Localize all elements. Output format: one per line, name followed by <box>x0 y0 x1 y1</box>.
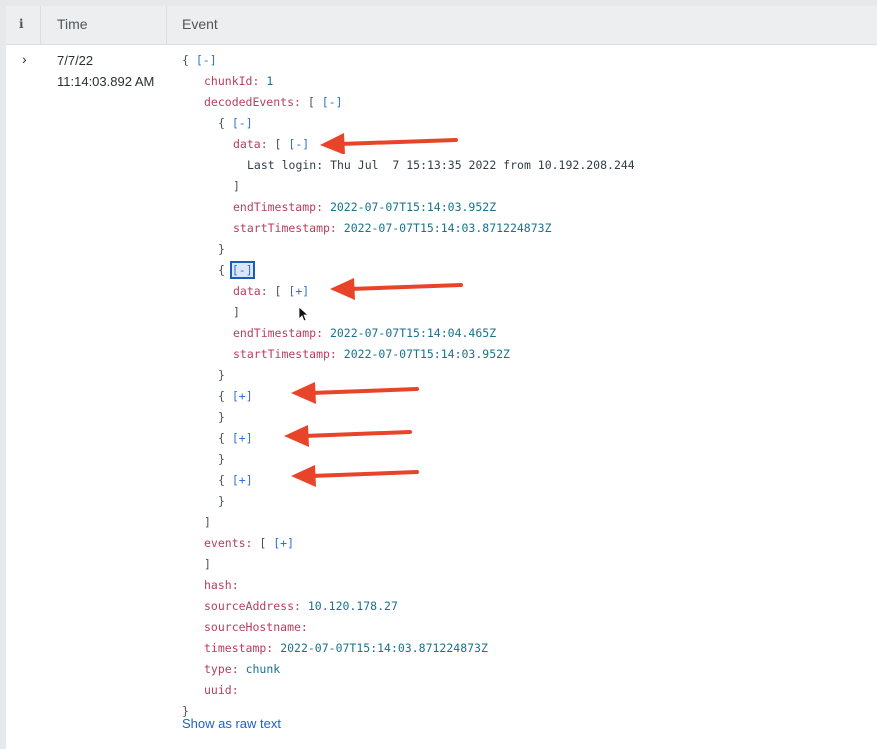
collapse-toggle[interactable]: [-] <box>288 137 309 151</box>
field-key: startTimestamp: <box>233 221 337 235</box>
brace-close: } <box>218 452 225 466</box>
expand-toggle[interactable]: [+] <box>273 536 294 550</box>
collapse-toggle[interactable]: [-] <box>232 116 253 130</box>
field-key: sourceAddress: <box>204 599 301 613</box>
field-data: data: [ [+] <box>233 284 310 298</box>
field-key: type: <box>204 662 239 676</box>
brace-close: } <box>218 494 225 508</box>
field-key: hash: <box>204 578 239 592</box>
field-key: chunkId: <box>204 74 260 88</box>
field-value: 2022-07-07T15:14:03.871224873Z <box>280 641 488 655</box>
brace-close: } <box>218 410 225 424</box>
field-key: data: <box>233 137 268 151</box>
expand-toggle[interactable]: [+] <box>232 473 253 487</box>
brace-close: } <box>218 368 225 382</box>
mouse-cursor-icon <box>298 306 310 322</box>
field-endTimestamp: endTimestamp: 2022-07-07T15:14:03.952Z <box>233 199 496 215</box>
event-json-tree: { [-] chunkId: 1 decodedEvents: [ [-] { … <box>6 6 877 749</box>
bracket-close: ] <box>204 557 211 571</box>
item-collapsed: { [+] <box>218 431 253 445</box>
item-collapsed: { [+] <box>218 389 253 403</box>
field-key: decodedEvents: <box>204 95 301 109</box>
show-raw-text-link[interactable]: Show as raw text <box>182 716 281 731</box>
collapse-toggle[interactable]: [-] <box>196 53 217 67</box>
field-value: 10.120.178.27 <box>307 599 398 613</box>
item-collapsed: { [+] <box>218 473 253 487</box>
bracket-close: ] <box>233 179 240 193</box>
expand-toggle[interactable]: [+] <box>288 284 309 298</box>
data-line: Last login: Thu Jul 7 15:13:35 2022 from… <box>247 158 635 172</box>
field-value: chunk <box>245 662 281 676</box>
field-key: data: <box>233 284 268 298</box>
field-value: 2022-07-07T15:14:03.871224873Z <box>343 221 552 235</box>
item-open: { [-] <box>218 261 255 279</box>
field-sourceAddress: sourceAddress: 10.120.178.27 <box>204 598 398 614</box>
field-decodedEvents: decodedEvents: [ [-] <box>204 95 343 109</box>
field-key: endTimestamp: <box>233 200 324 214</box>
field-key: endTimestamp: <box>233 326 324 340</box>
bracket-close: ] <box>204 515 211 529</box>
field-value: 2022-07-07T15:14:03.952Z <box>343 347 510 361</box>
annotation-arrow-icon <box>320 133 458 154</box>
event-table: i Time Event › 7/7/22 11:14:03.892 AM { … <box>6 6 877 749</box>
annotation-arrow-icon <box>330 278 463 300</box>
item-open: { [-] <box>218 116 253 130</box>
field-startTimestamp: startTimestamp: 2022-07-07T15:14:03.952Z <box>233 346 510 362</box>
field-chunkId: chunkId: 1 <box>204 73 273 89</box>
field-hash: hash: <box>204 577 239 593</box>
annotation-arrow-icon <box>284 425 412 447</box>
expand-toggle[interactable]: [+] <box>232 431 253 445</box>
field-key: uuid: <box>204 683 239 697</box>
field-value: 2022-07-07T15:14:04.465Z <box>329 326 497 340</box>
field-data: data: [ [-] <box>233 137 310 151</box>
field-uuid: uuid: <box>204 682 239 698</box>
collapse-toggle[interactable]: [-] <box>322 95 343 109</box>
field-key: sourceHostname: <box>204 620 308 634</box>
annotation-arrow-icon <box>291 465 419 487</box>
bracket-close: ] <box>233 305 240 319</box>
json-root-open: { [-] <box>182 53 217 67</box>
field-key: timestamp: <box>204 641 274 655</box>
field-key: startTimestamp: <box>233 347 337 361</box>
brace-close: } <box>218 242 225 256</box>
expand-toggle[interactable]: [+] <box>232 389 253 403</box>
field-sourceHostname: sourceHostname: <box>204 619 308 635</box>
field-type: type: chunk <box>204 661 280 677</box>
field-timestamp: timestamp: 2022-07-07T15:14:03.871224873… <box>204 640 488 656</box>
field-value: 2022-07-07T15:14:03.952Z <box>329 200 497 214</box>
field-key: events: <box>204 536 253 550</box>
field-events: events: [ [+] <box>204 536 295 550</box>
collapse-toggle[interactable]: [-] <box>229 261 255 279</box>
field-value: 1 <box>266 74 274 88</box>
field-endTimestamp: endTimestamp: 2022-07-07T15:14:04.465Z <box>233 325 496 341</box>
annotation-arrow-icon <box>291 382 419 404</box>
field-startTimestamp: startTimestamp: 2022-07-07T15:14:03.8712… <box>233 220 552 236</box>
